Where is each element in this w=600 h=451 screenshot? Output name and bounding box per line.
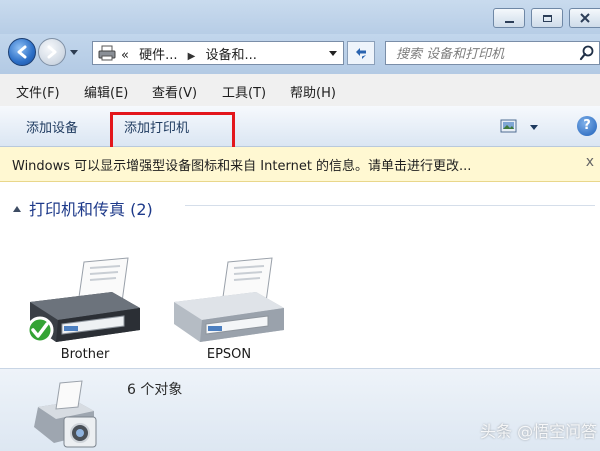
back-button[interactable]	[8, 38, 36, 66]
breadcrumb-devices[interactable]: 设备和...	[206, 48, 257, 63]
forward-arrow-icon	[47, 45, 57, 59]
info-bar[interactable]: Windows 可以显示增强型设备图标和来自 Internet 的信息。请单击进…	[0, 147, 600, 182]
menu-tools[interactable]: 工具(T)	[222, 82, 266, 101]
view-options-dropdown[interactable]	[530, 125, 538, 130]
breadcrumb-overflow[interactable]: «	[121, 48, 129, 63]
devices-printers-icon	[34, 380, 97, 448]
search-icon[interactable]	[579, 45, 595, 61]
printer-icon	[26, 257, 140, 344]
search-input[interactable]	[394, 43, 578, 65]
title-bar	[0, 0, 600, 34]
add-device-button[interactable]: 添加设备	[26, 117, 78, 136]
printer-icon	[174, 257, 284, 342]
navigation-bar: « 硬件... ▶ 设备和...	[0, 34, 600, 74]
close-button[interactable]	[569, 8, 600, 28]
refresh-button[interactable]	[347, 41, 375, 65]
close-icon	[580, 13, 590, 23]
search-box[interactable]	[385, 41, 600, 65]
group-header[interactable]: 打印机和传真 (2)	[13, 196, 153, 220]
menu-bar: 文件(F) 编辑(E) 查看(V) 工具(T) 帮助(H)	[0, 74, 600, 107]
breadcrumb-separator-icon[interactable]: ▶	[188, 51, 196, 62]
info-bar-close-icon[interactable]: x	[586, 154, 594, 170]
breadcrumb-hardware[interactable]: 硬件...	[139, 48, 177, 63]
group-title: 打印机和传真 (2)	[29, 200, 153, 219]
back-arrow-icon	[17, 45, 27, 59]
object-count: 6 个对象	[127, 382, 183, 398]
menu-file[interactable]: 文件(F)	[16, 82, 60, 101]
watermark-text: 头条 @悟空问答	[480, 422, 598, 441]
printer-item-brother[interactable]: Brother	[20, 250, 150, 368]
help-button[interactable]: ?	[577, 116, 597, 136]
group-divider	[185, 205, 595, 206]
forward-button[interactable]	[38, 38, 66, 66]
recent-pages-dropdown[interactable]	[70, 50, 78, 55]
maximize-icon	[542, 14, 552, 22]
minimize-button[interactable]	[493, 8, 525, 28]
change-view-icon[interactable]	[500, 118, 518, 134]
printer-name-epson: EPSON	[206, 347, 252, 362]
maximize-button[interactable]	[531, 8, 563, 28]
printer-item-epson[interactable]: EPSON	[164, 250, 294, 368]
printer-name-brother: Brother	[60, 347, 110, 362]
refresh-icon	[356, 48, 366, 59]
printer-folder-icon	[98, 45, 116, 61]
info-bar-message[interactable]: Windows 可以显示增强型设备图标和来自 Internet 的信息。请单击进…	[12, 155, 471, 174]
address-bar[interactable]: « 硬件... ▶ 设备和...	[92, 41, 344, 65]
minimize-icon	[504, 20, 514, 23]
menu-view[interactable]: 查看(V)	[152, 82, 197, 101]
menu-help[interactable]: 帮助(H)	[290, 82, 336, 101]
collapse-triangle-icon[interactable]	[13, 206, 21, 212]
address-dropdown-icon[interactable]	[329, 51, 337, 56]
menu-edit[interactable]: 编辑(E)	[84, 82, 128, 101]
